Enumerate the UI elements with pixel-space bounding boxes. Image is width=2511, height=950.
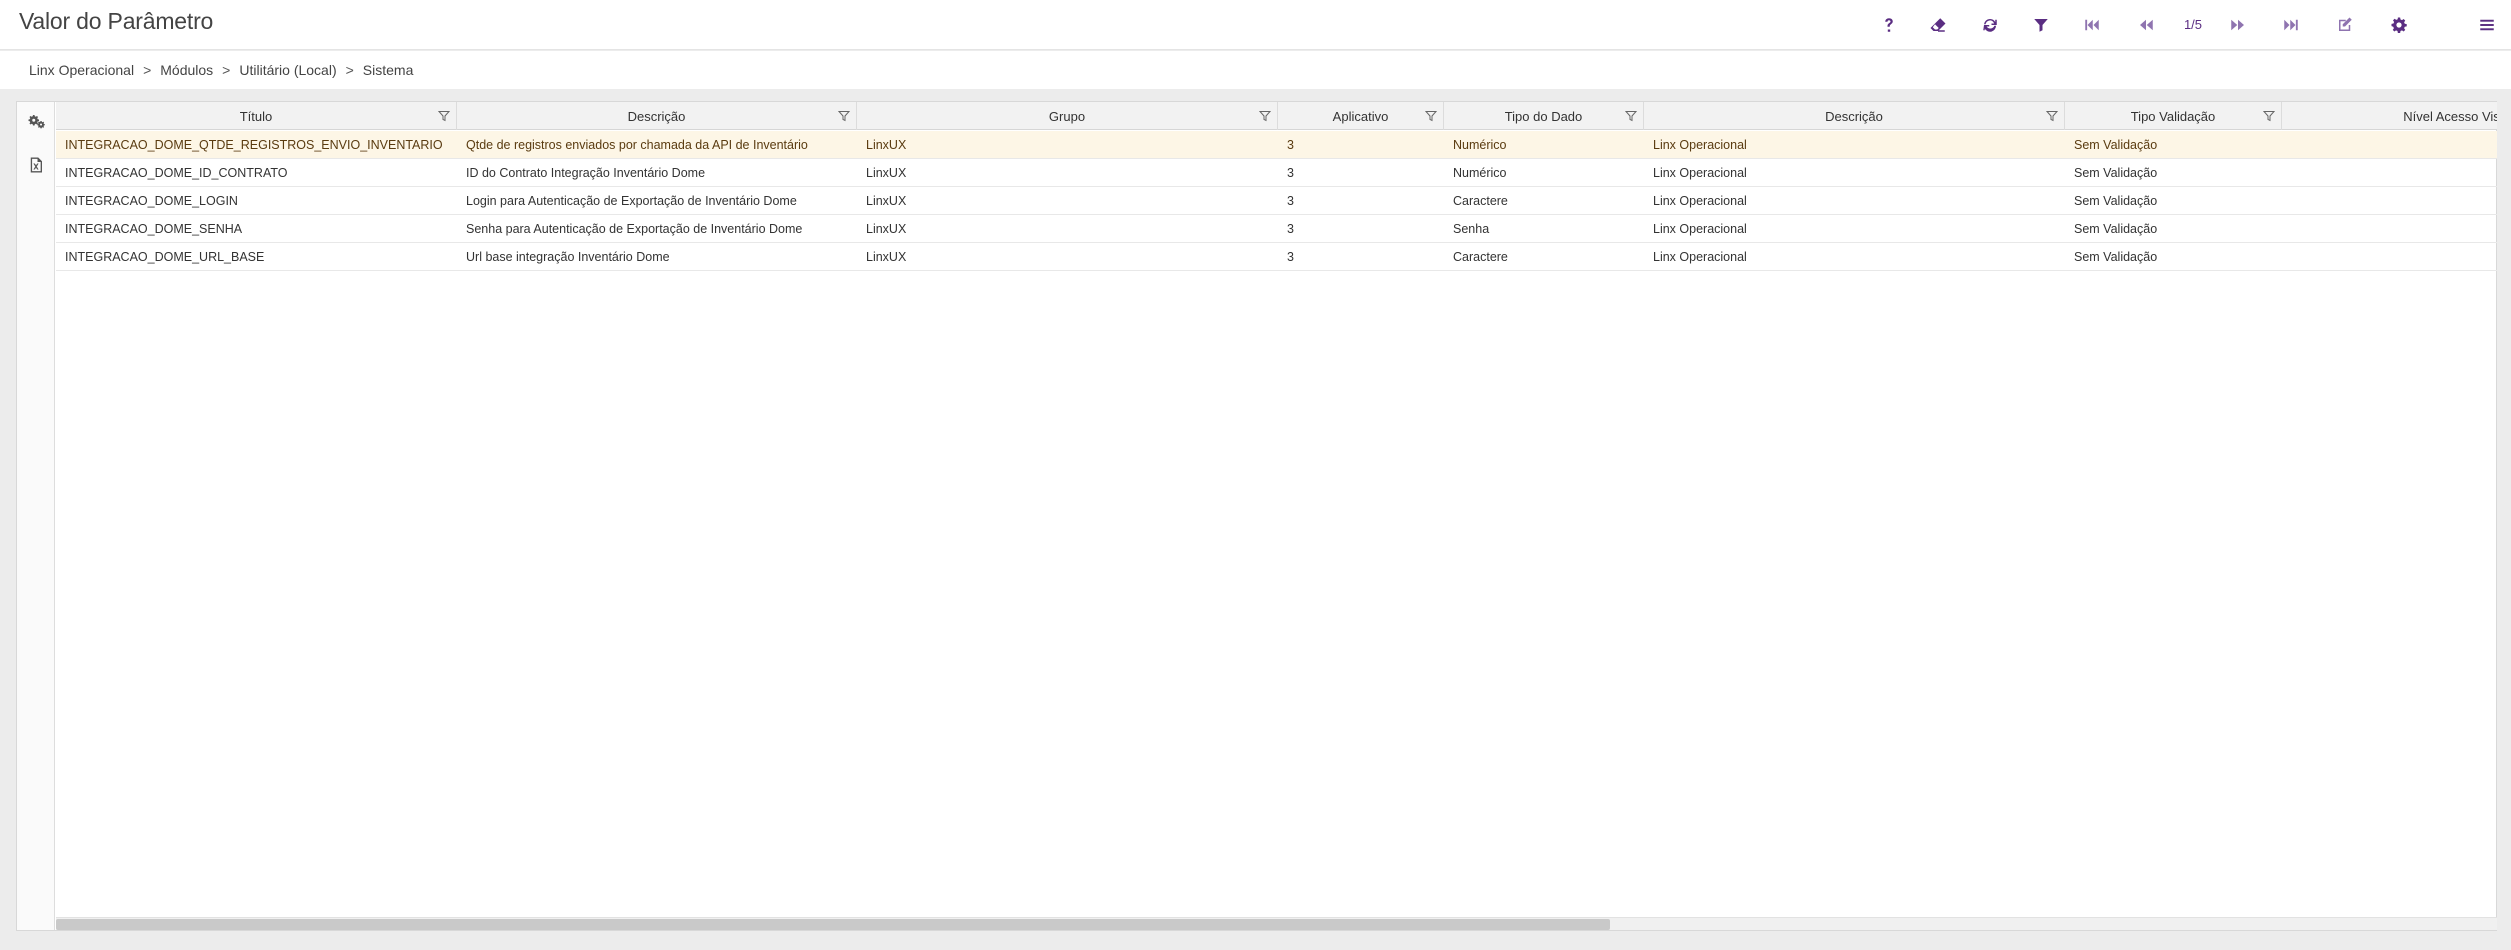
column-header-aplicativo[interactable]: Aplicativo xyxy=(1278,102,1444,130)
column-header-grupo[interactable]: Grupo xyxy=(857,102,1278,130)
table-row[interactable]: INTEGRACAO_DOME_URL_BASE Url base integr… xyxy=(56,243,2497,271)
breadcrumb-item[interactable]: Utilitário (Local) xyxy=(239,62,336,78)
table-row[interactable]: INTEGRACAO_DOME_SENHA Senha para Autenti… xyxy=(56,215,2497,243)
edit-icon[interactable] xyxy=(2332,12,2358,38)
breadcrumb-separator: > xyxy=(222,62,231,78)
table-row[interactable]: INTEGRACAO_DOME_QTDE_REGISTROS_ENVIO_INV… xyxy=(56,131,2497,159)
cell-tipo-validacao: Sem Validação xyxy=(2074,194,2158,208)
cell-descricao: Login para Autenticação de Exportação de… xyxy=(466,194,797,208)
cell-descricao-2: Linx Operacional xyxy=(1653,222,1747,236)
gear-icon[interactable] xyxy=(2386,12,2412,38)
column-header-label: Tipo Validação xyxy=(2130,108,2216,124)
cell-titulo: INTEGRACAO_DOME_LOGIN xyxy=(65,194,238,208)
column-filter-icon[interactable] xyxy=(437,110,451,122)
cell-aplicativo: 3 xyxy=(1287,222,1294,236)
column-header-label: Nível Acesso Visualiza xyxy=(2403,108,2497,124)
cell-grupo: LinxUX xyxy=(866,194,907,208)
eraser-icon[interactable] xyxy=(1925,12,1951,38)
breadcrumb: Linx Operacional > Módulos > Utilitário … xyxy=(29,62,413,78)
column-header-label: Tipo do Dado xyxy=(1504,108,1583,124)
cell-descricao: Senha para Autenticação de Exportação de… xyxy=(466,222,803,236)
help-icon[interactable] xyxy=(1876,12,1902,38)
cell-titulo: INTEGRACAO_DOME_URL_BASE xyxy=(65,250,265,264)
cell-tipo-validacao: Sem Validação xyxy=(2074,222,2158,236)
column-header-descricao-2[interactable]: Descrição xyxy=(1644,102,2065,130)
column-filter-icon[interactable] xyxy=(2045,110,2059,122)
cell-aplicativo: 3 xyxy=(1287,194,1294,208)
cell-tipo-validacao: Sem Validação xyxy=(2074,138,2158,152)
first-page-icon[interactable] xyxy=(2079,12,2105,38)
data-grid: Título Descrição Grupo Aplicativo Tipo d… xyxy=(56,102,2497,930)
next-page-icon[interactable] xyxy=(2225,12,2251,38)
scrollbar-thumb[interactable] xyxy=(56,919,1610,930)
cell-grupo: LinxUX xyxy=(866,166,907,180)
column-header-label: Título xyxy=(239,108,273,124)
cell-descricao: ID do Contrato Integração Inventário Dom… xyxy=(466,166,706,180)
breadcrumb-item[interactable]: Módulos xyxy=(160,62,213,78)
horizontal-scrollbar[interactable] xyxy=(56,917,2497,930)
refresh-icon[interactable] xyxy=(1977,12,2003,38)
cell-titulo: INTEGRACAO_DOME_ID_CONTRATO xyxy=(65,166,288,180)
breadcrumb-separator: > xyxy=(345,62,354,78)
cell-nivel-acesso xyxy=(2282,243,2497,271)
breadcrumb-bar: Linx Operacional > Módulos > Utilitário … xyxy=(0,51,2511,89)
cell-tipo-do-dado: Caractere xyxy=(1453,250,1508,264)
cell-descricao-2: Linx Operacional xyxy=(1653,138,1747,152)
gears-icon[interactable] xyxy=(27,112,45,130)
cell-grupo: LinxUX xyxy=(866,250,907,264)
breadcrumb-separator: > xyxy=(143,62,152,78)
column-filter-icon[interactable] xyxy=(2262,110,2276,122)
grid-header: Título Descrição Grupo Aplicativo Tipo d… xyxy=(56,102,2497,130)
table-row[interactable]: INTEGRACAO_DOME_ID_CONTRATO ID do Contra… xyxy=(56,159,2497,187)
cell-grupo: LinxUX xyxy=(866,138,907,152)
cell-tipo-validacao: Sem Validação xyxy=(2074,166,2158,180)
cell-nivel-acesso xyxy=(2282,159,2497,187)
column-header-label: Descrição xyxy=(1825,108,1883,124)
cell-titulo: INTEGRACAO_DOME_SENHA xyxy=(65,222,243,236)
cell-descricao-2: Linx Operacional xyxy=(1653,166,1747,180)
column-filter-icon[interactable] xyxy=(1258,110,1272,122)
breadcrumb-item[interactable]: Linx Operacional xyxy=(29,62,134,78)
column-header-tipo-do-dado[interactable]: Tipo do Dado xyxy=(1444,102,1644,130)
cell-descricao-2: Linx Operacional xyxy=(1653,250,1747,264)
cell-tipo-do-dado: Numérico xyxy=(1453,166,1507,180)
cell-aplicativo: 3 xyxy=(1287,138,1294,152)
page-title: Valor do Parâmetro xyxy=(19,8,214,34)
column-header-nivel-acesso[interactable]: Nível Acesso Visualiza xyxy=(2282,102,2497,130)
cell-tipo-validacao: Sem Validação xyxy=(2074,250,2158,264)
cell-tipo-do-dado: Senha xyxy=(1453,222,1490,236)
column-filter-icon[interactable] xyxy=(1424,110,1438,122)
cell-descricao: Qtde de registros enviados por chamada d… xyxy=(466,138,808,152)
column-header-label: Aplicativo xyxy=(1332,108,1389,124)
cell-nivel-acesso xyxy=(2282,187,2497,215)
excel-export-icon[interactable] xyxy=(27,156,45,174)
column-filter-icon[interactable] xyxy=(837,110,851,122)
cell-tipo-do-dado: Caractere xyxy=(1453,194,1508,208)
cell-aplicativo: 3 xyxy=(1287,250,1294,264)
pager-indicator: 1/5 xyxy=(2183,17,2203,32)
menu-icon[interactable] xyxy=(2474,12,2500,38)
previous-page-icon[interactable] xyxy=(2133,12,2159,38)
cell-titulo: INTEGRACAO_DOME_QTDE_REGISTROS_ENVIO_INV… xyxy=(65,138,443,152)
filter-icon[interactable] xyxy=(2028,12,2054,38)
last-page-icon[interactable] xyxy=(2278,12,2304,38)
column-header-titulo[interactable]: Título xyxy=(56,102,457,130)
column-header-descricao[interactable]: Descrição xyxy=(457,102,857,130)
column-filter-icon[interactable] xyxy=(1624,110,1638,122)
column-header-label: Grupo xyxy=(1048,108,1086,124)
cell-nivel-acesso xyxy=(2282,215,2497,243)
cell-descricao-2: Linx Operacional xyxy=(1653,194,1747,208)
grid-panel: Título Descrição Grupo Aplicativo Tipo d… xyxy=(16,101,2497,931)
column-header-tipo-validacao[interactable]: Tipo Validação xyxy=(2065,102,2282,130)
grid-side-toolbar xyxy=(17,102,55,930)
cell-aplicativo: 3 xyxy=(1287,166,1294,180)
column-header-label: Descrição xyxy=(627,108,686,124)
cell-descricao: Url base integração Inventário Dome xyxy=(466,250,670,264)
top-bar: Valor do Parâmetro 1/5 xyxy=(0,0,2511,50)
cell-grupo: LinxUX xyxy=(866,222,907,236)
breadcrumb-item[interactable]: Sistema xyxy=(363,62,414,78)
cell-nivel-acesso xyxy=(2282,131,2497,159)
cell-tipo-do-dado: Numérico xyxy=(1453,138,1507,152)
table-row[interactable]: INTEGRACAO_DOME_LOGIN Login para Autenti… xyxy=(56,187,2497,215)
